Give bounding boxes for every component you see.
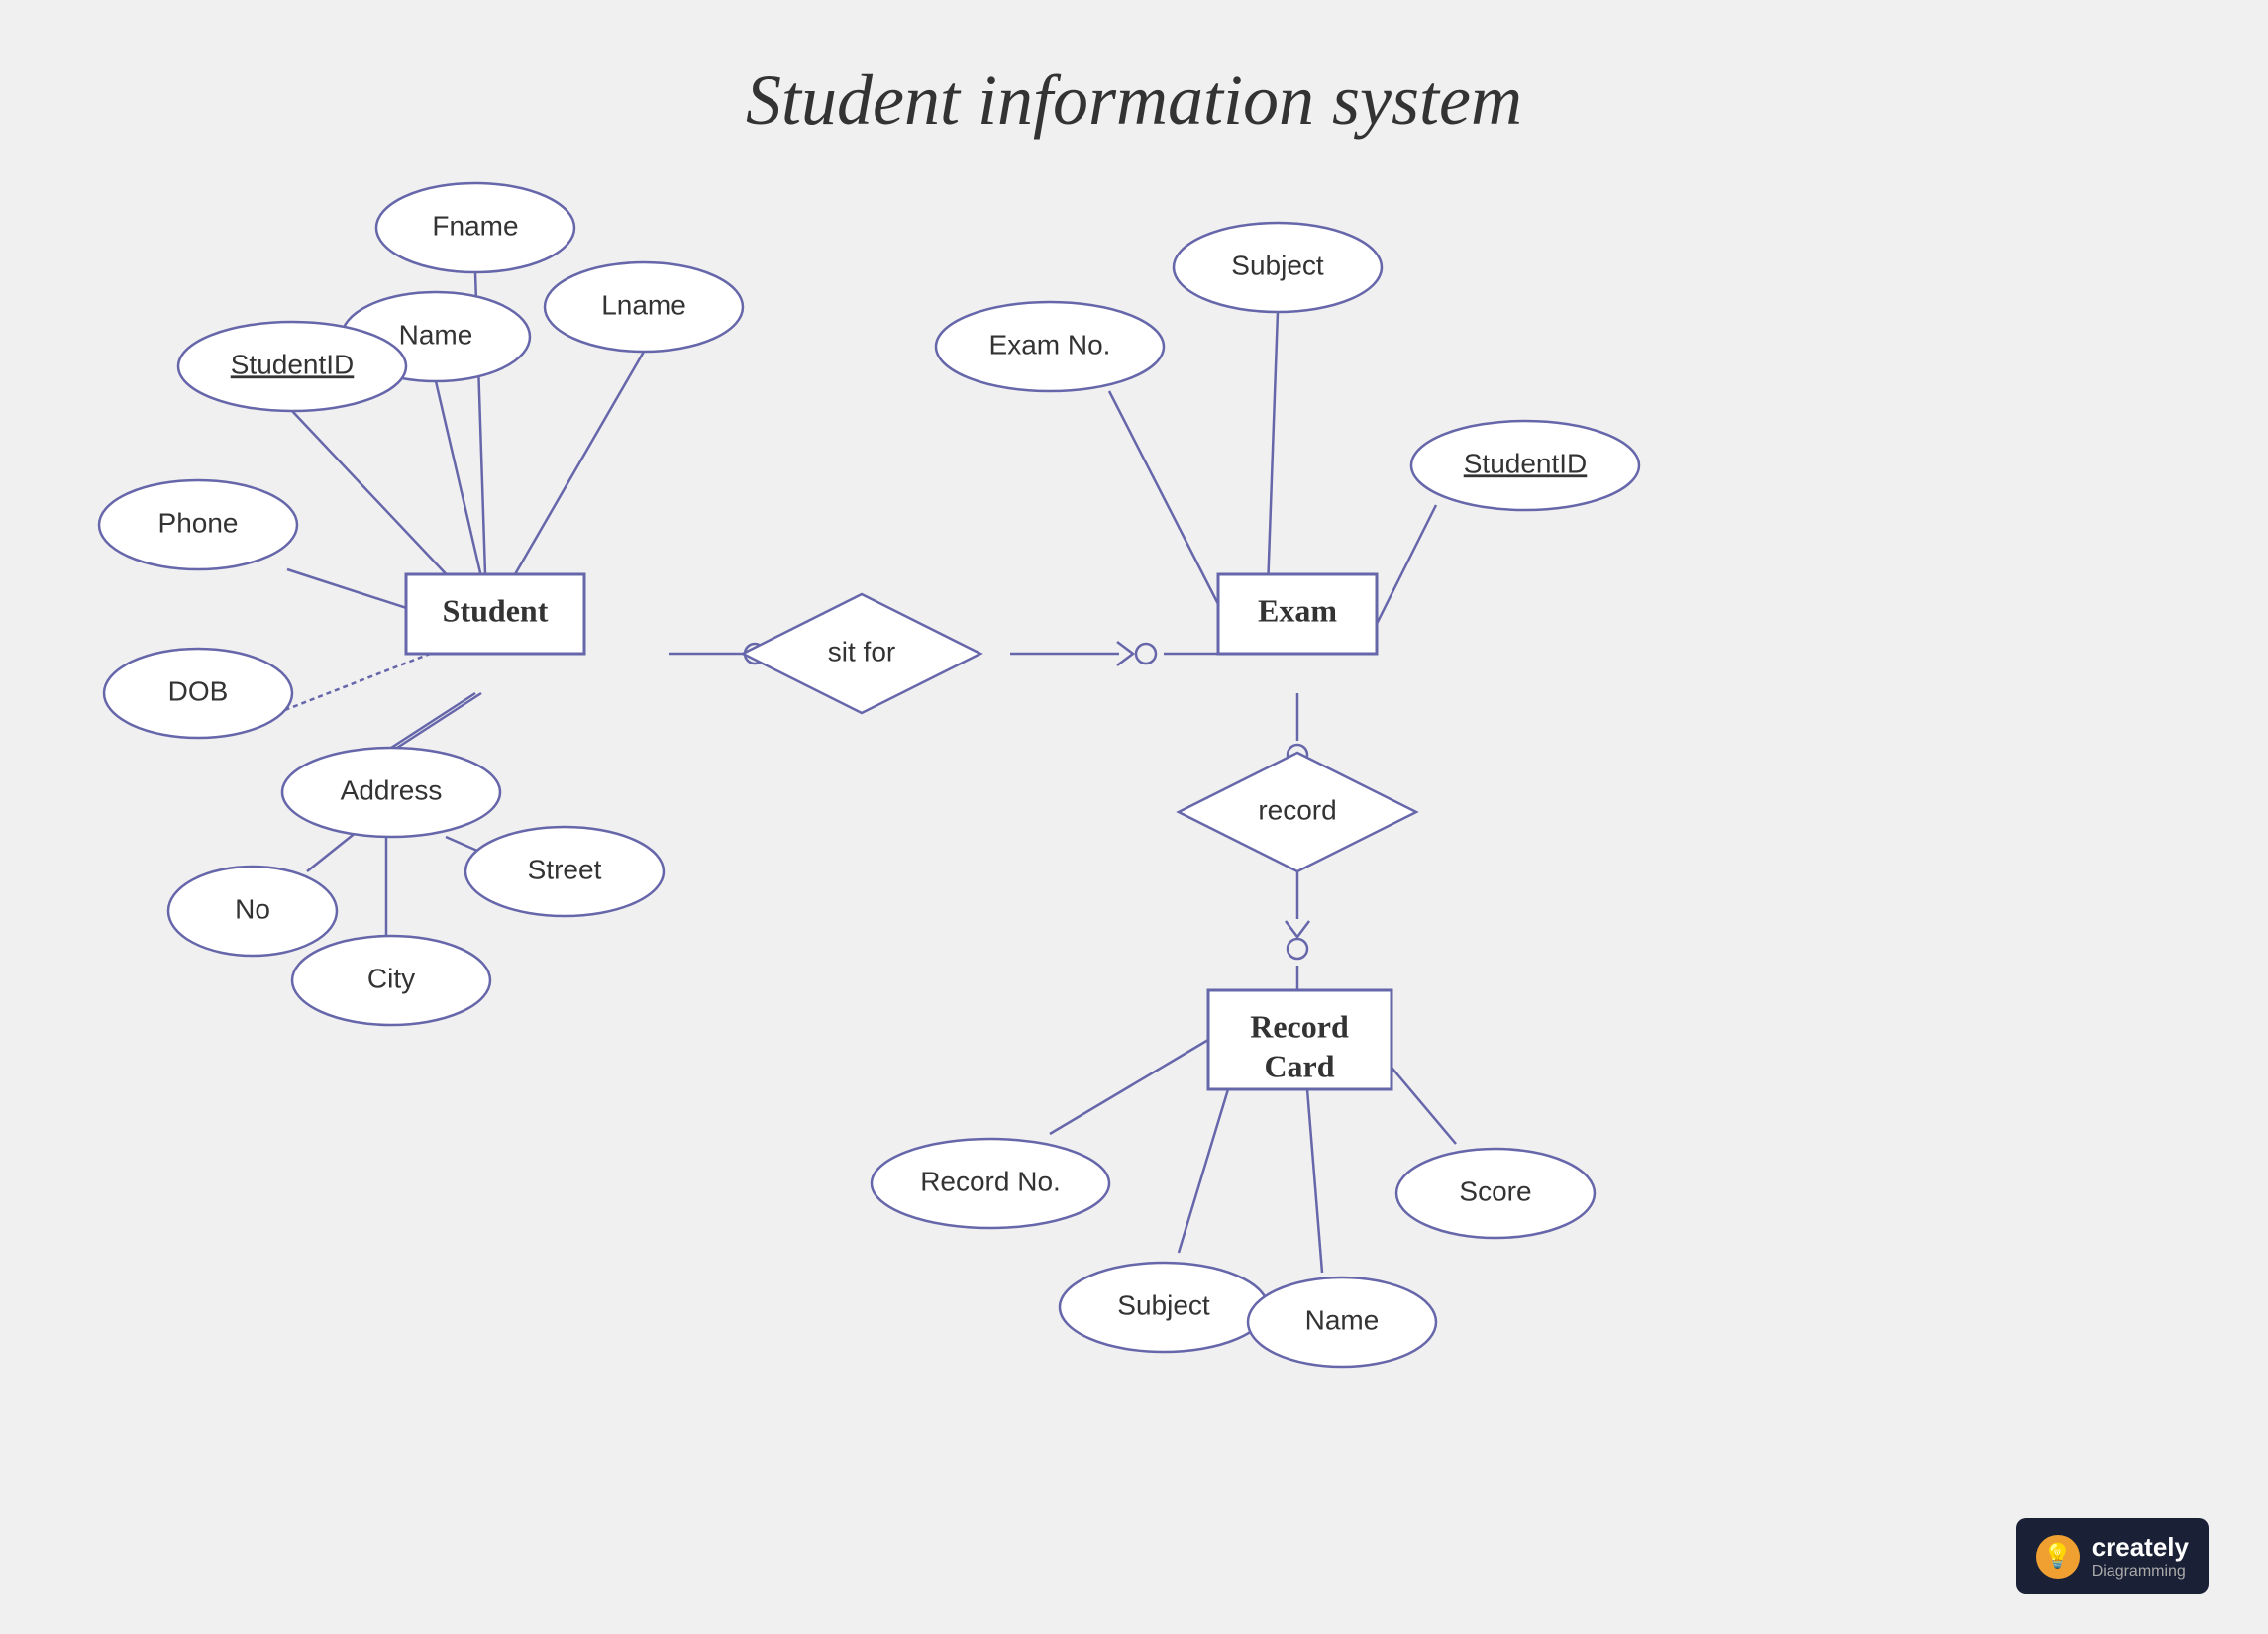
name2-label: Name [1305, 1304, 1380, 1335]
sit-for-label: sit for [828, 636, 895, 666]
creately-brand: creately Diagramming [2092, 1532, 2189, 1581]
creately-brand-name: creately [2092, 1532, 2189, 1563]
studentid-label: StudentID [231, 349, 355, 379]
creately-badge: 💡 creately Diagramming [2016, 1518, 2209, 1594]
lname-label: Lname [601, 289, 686, 320]
creately-icon: 💡 [2036, 1535, 2080, 1579]
fname-label: Fname [432, 210, 518, 241]
examno-label: Exam No. [989, 329, 1111, 359]
city-label: City [367, 963, 415, 993]
street-label: Street [528, 854, 602, 884]
phone-label: Phone [158, 507, 239, 538]
subject2-label: Subject [1117, 1289, 1210, 1320]
record-card-label2: Card [1264, 1048, 1334, 1083]
record-label: record [1258, 794, 1336, 825]
creately-brand-sub: Diagramming [2092, 1563, 2189, 1581]
address-label: Address [341, 774, 443, 805]
subject1-label: Subject [1231, 250, 1324, 280]
name-label: Name [399, 319, 473, 350]
record-card-label: Record [1250, 1008, 1349, 1044]
exam-label: Exam [1258, 592, 1337, 628]
recordno-label: Record No. [920, 1166, 1061, 1196]
studentid2-label: StudentID [1464, 448, 1588, 478]
no-label: No [235, 893, 270, 924]
diagram-canvas: Student Exam Record Card sit for record … [0, 0, 2268, 1634]
student-label: Student [443, 592, 549, 628]
score-label: Score [1459, 1175, 1531, 1206]
dob-label: DOB [168, 675, 229, 706]
